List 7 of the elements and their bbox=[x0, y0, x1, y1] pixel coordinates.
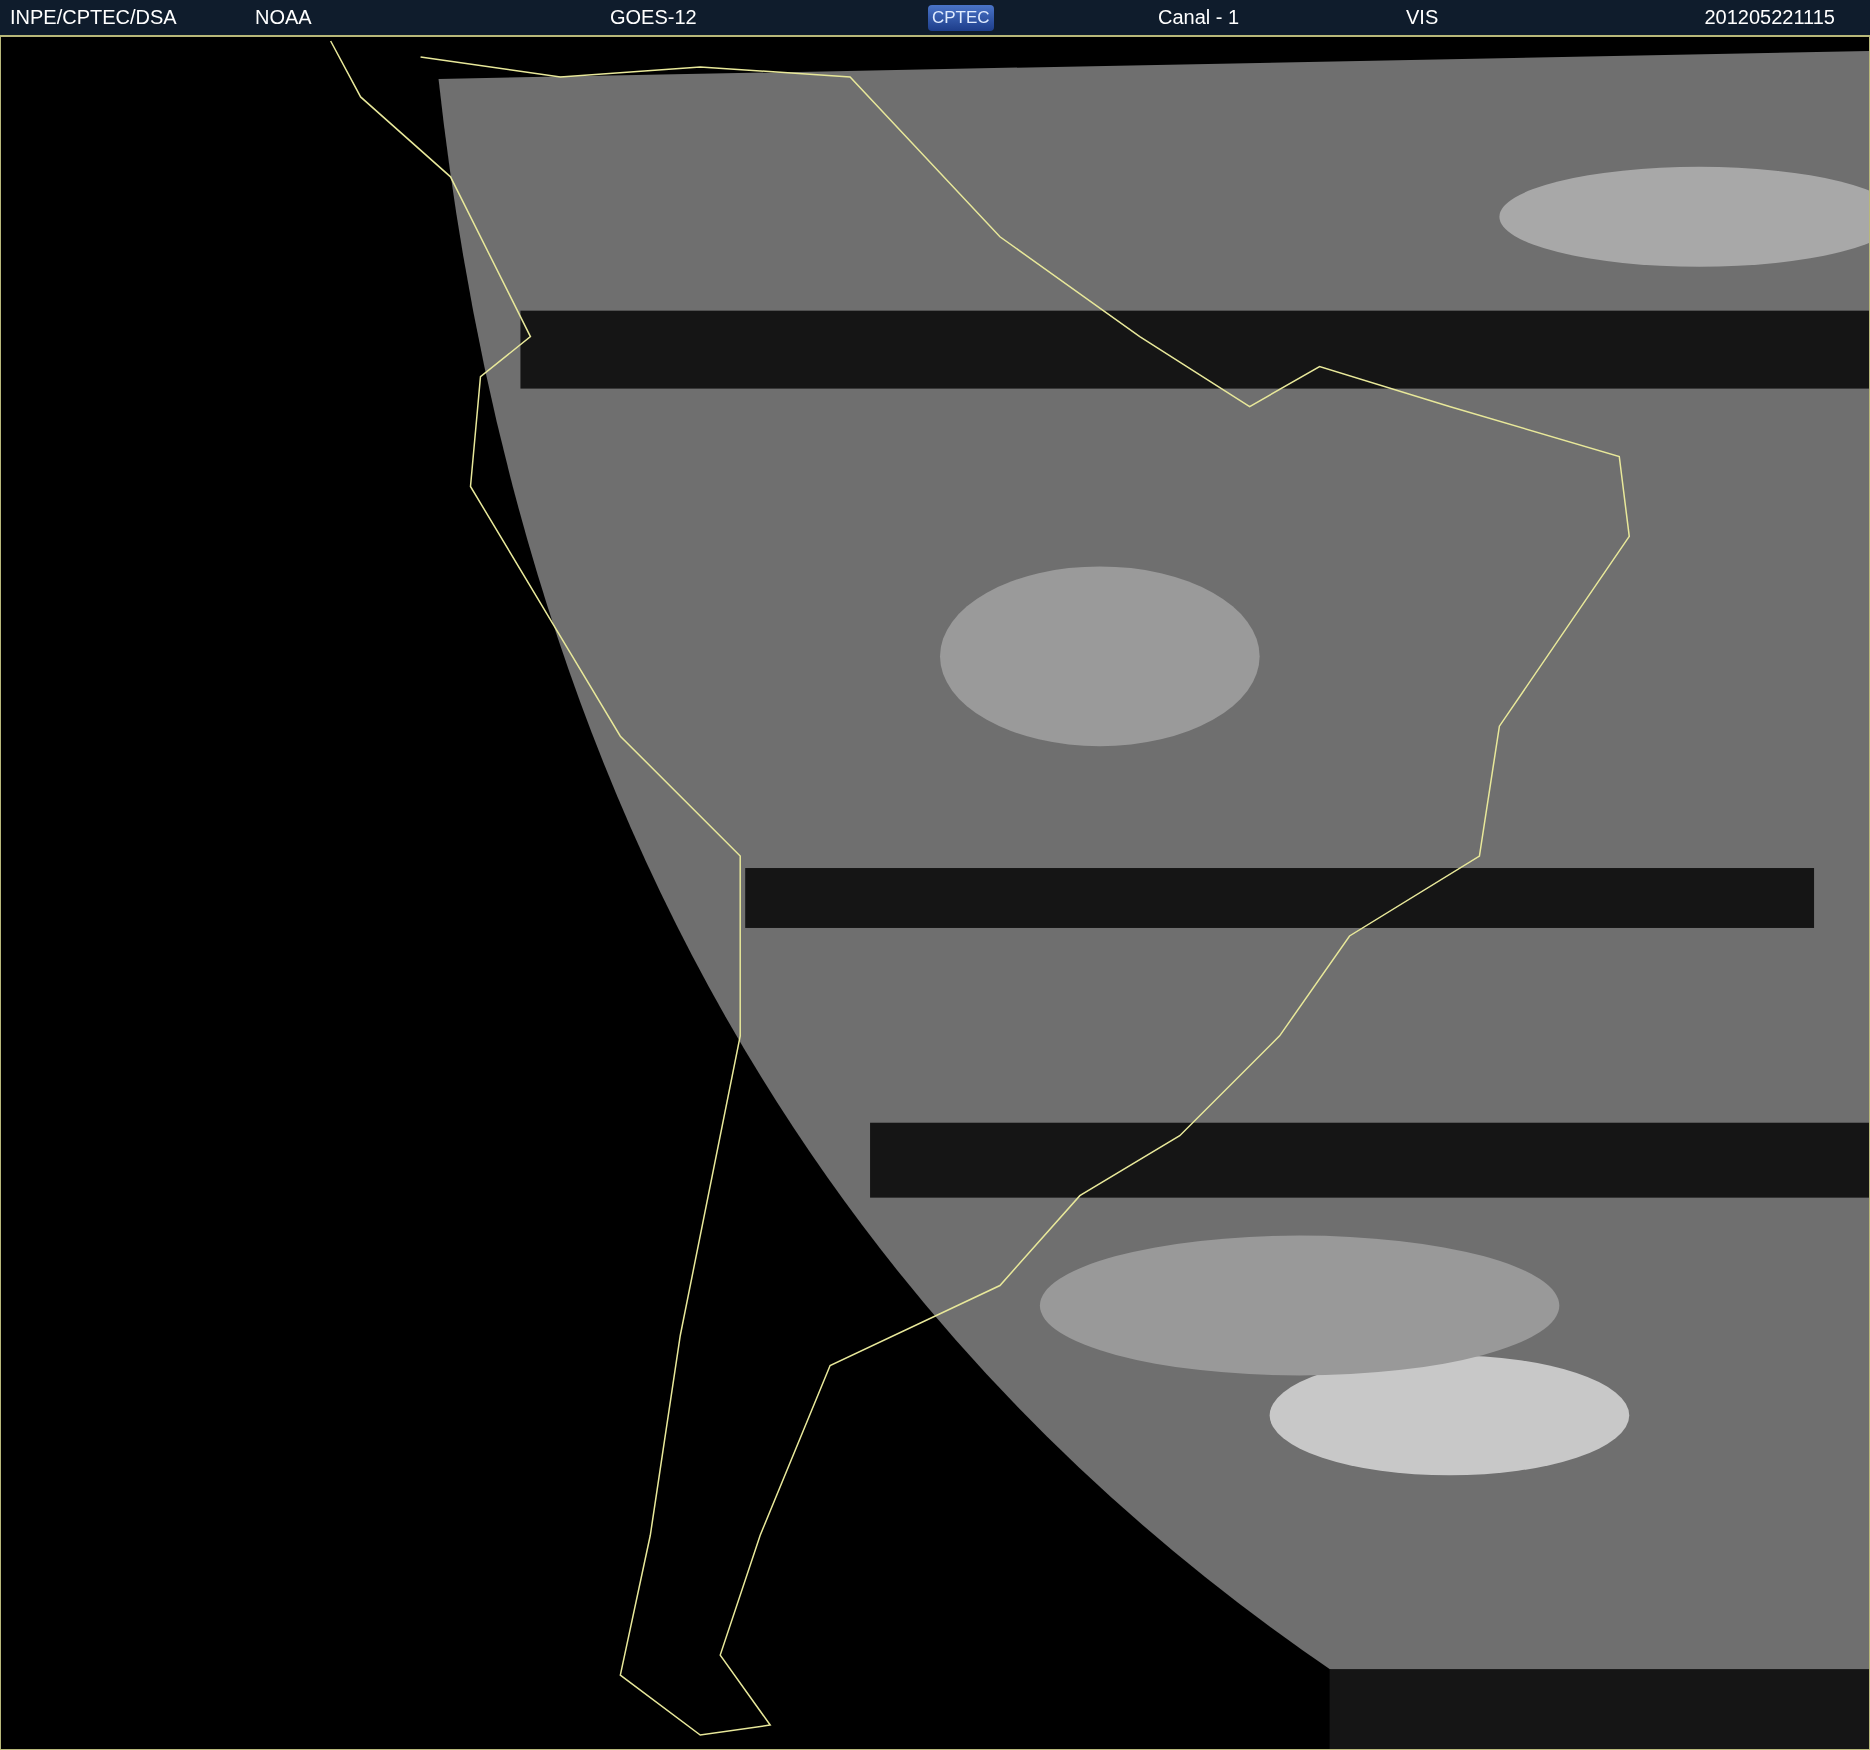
channel-label: Canal - 1 bbox=[1158, 6, 1240, 29]
satellite-label: GOES-12 bbox=[610, 6, 697, 29]
band-label: VIS bbox=[1406, 6, 1439, 29]
agency-label: NOAA bbox=[255, 6, 312, 29]
source-label: INPE/CPTEC/DSA bbox=[10, 6, 177, 29]
logo: CPTEC bbox=[928, 4, 994, 31]
timestamp-label: 201205221115 bbox=[1704, 6, 1835, 29]
